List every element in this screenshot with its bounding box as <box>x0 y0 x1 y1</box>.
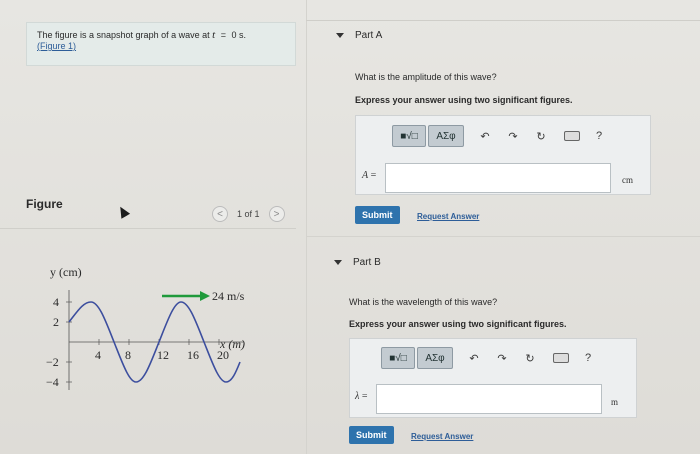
wavelength-input[interactable] <box>376 384 602 414</box>
arrowhead-icon <box>200 291 210 301</box>
amplitude-unit: cm <box>622 175 633 185</box>
page: The figure is a snapshot graph of a wave… <box>0 0 700 454</box>
equals-sign: = <box>370 170 377 181</box>
equals-sign: = <box>220 30 226 40</box>
wavelength-variable: λ <box>355 391 360 402</box>
part-b-request-answer-link[interactable]: Request Answer <box>411 432 473 441</box>
symbols-button[interactable]: AΣφ <box>428 125 464 147</box>
y-tick-label: 4 <box>53 295 59 309</box>
part-b-submit-button[interactable]: Submit <box>349 426 394 444</box>
help-icon[interactable]: ? <box>588 125 610 147</box>
amplitude-input[interactable] <box>385 163 611 193</box>
column-divider <box>306 0 307 454</box>
part-a-toolbar: ■√□ AΣφ ↶ ↷ ↻ ? <box>392 125 610 147</box>
chevron-left-icon: < <box>217 208 223 220</box>
templates-button[interactable]: ■√□ <box>392 125 426 147</box>
chevron-right-icon: > <box>273 208 280 220</box>
y-tick-label: 2 <box>53 315 59 329</box>
time-variable: t <box>212 29 216 41</box>
speed-label: 24 m/s <box>212 289 245 303</box>
y-tick-label: −2 <box>46 355 59 369</box>
x-tick-label: 12 <box>157 348 169 362</box>
x-axis-label: x (m) <box>219 337 245 351</box>
part-b-title: Part B <box>353 257 381 268</box>
y-axis-label: y (cm) <box>50 265 82 279</box>
top-rule <box>306 20 700 21</box>
caret-down-icon <box>336 33 344 38</box>
next-figure-button[interactable]: > <box>268 206 285 222</box>
wavelength-unit: m <box>611 397 619 407</box>
part-a-header[interactable]: Part A <box>336 30 382 41</box>
problem-text: The figure is a snapshot graph of a wave… <box>37 30 210 40</box>
y-tick-label: −4 <box>46 375 59 389</box>
templates-icon: ■√□ <box>400 130 418 142</box>
part-b-toolbar: ■√□ AΣφ ↶ ↷ ↻ ? <box>381 347 599 369</box>
part-a-request-answer-link[interactable]: Request Answer <box>417 212 479 221</box>
mouse-cursor-icon <box>115 204 131 219</box>
problem-statement: The figure is a snapshot graph of a wave… <box>26 22 296 66</box>
figure-label: Figure <box>26 197 63 211</box>
templates-button[interactable]: ■√□ <box>381 347 415 369</box>
part-a-title: Part A <box>355 30 383 41</box>
part-b-question: What is the wavelength of this wave? <box>349 297 498 307</box>
x-tick-label: 8 <box>125 348 131 362</box>
prev-figure-button[interactable]: < <box>212 206 228 222</box>
part-a-submit-button[interactable]: Submit <box>355 206 400 224</box>
symbols-icon: AΣφ <box>425 352 445 364</box>
redo-icon[interactable]: ↷ <box>502 125 524 147</box>
undo-icon[interactable]: ↶ <box>463 347 485 369</box>
part-b-header[interactable]: Part B <box>334 257 381 268</box>
reset-icon[interactable]: ↻ <box>530 125 552 147</box>
figure-divider <box>0 228 296 229</box>
keyboard-icon[interactable] <box>564 131 580 141</box>
help-icon[interactable]: ? <box>577 347 599 369</box>
figure-link[interactable]: (Figure 1) <box>37 41 76 51</box>
redo-icon[interactable]: ↷ <box>491 347 513 369</box>
part-b-instruction: Express your answer using two significan… <box>349 319 567 329</box>
part-a-var-label: A = <box>362 170 376 181</box>
time-value: 0 s. <box>231 30 246 40</box>
caret-down-icon <box>334 260 342 265</box>
part-separator <box>306 236 700 237</box>
undo-icon[interactable]: ↶ <box>474 125 496 147</box>
figure-count: 1 of 1 <box>237 209 260 219</box>
part-b-var-label: λ = <box>355 391 367 402</box>
part-a-instruction: Express your answer using two significan… <box>355 95 573 105</box>
figure-pager: < 1 of 1 > <box>212 205 285 223</box>
symbols-icon: AΣφ <box>436 130 456 142</box>
keyboard-icon[interactable] <box>553 353 569 363</box>
wave-graph: y (cm) 4 2 −2 −4 4 8 12 16 20 x (m) 24 m… <box>46 265 245 390</box>
templates-icon: ■√□ <box>389 352 407 364</box>
part-a-question: What is the amplitude of this wave? <box>355 72 497 82</box>
x-tick-label: 4 <box>95 348 101 362</box>
x-tick-label: 16 <box>187 348 199 362</box>
reset-icon[interactable]: ↻ <box>519 347 541 369</box>
equals-sign: = <box>361 391 368 402</box>
amplitude-variable: A <box>362 170 369 181</box>
symbols-button[interactable]: AΣφ <box>417 347 453 369</box>
